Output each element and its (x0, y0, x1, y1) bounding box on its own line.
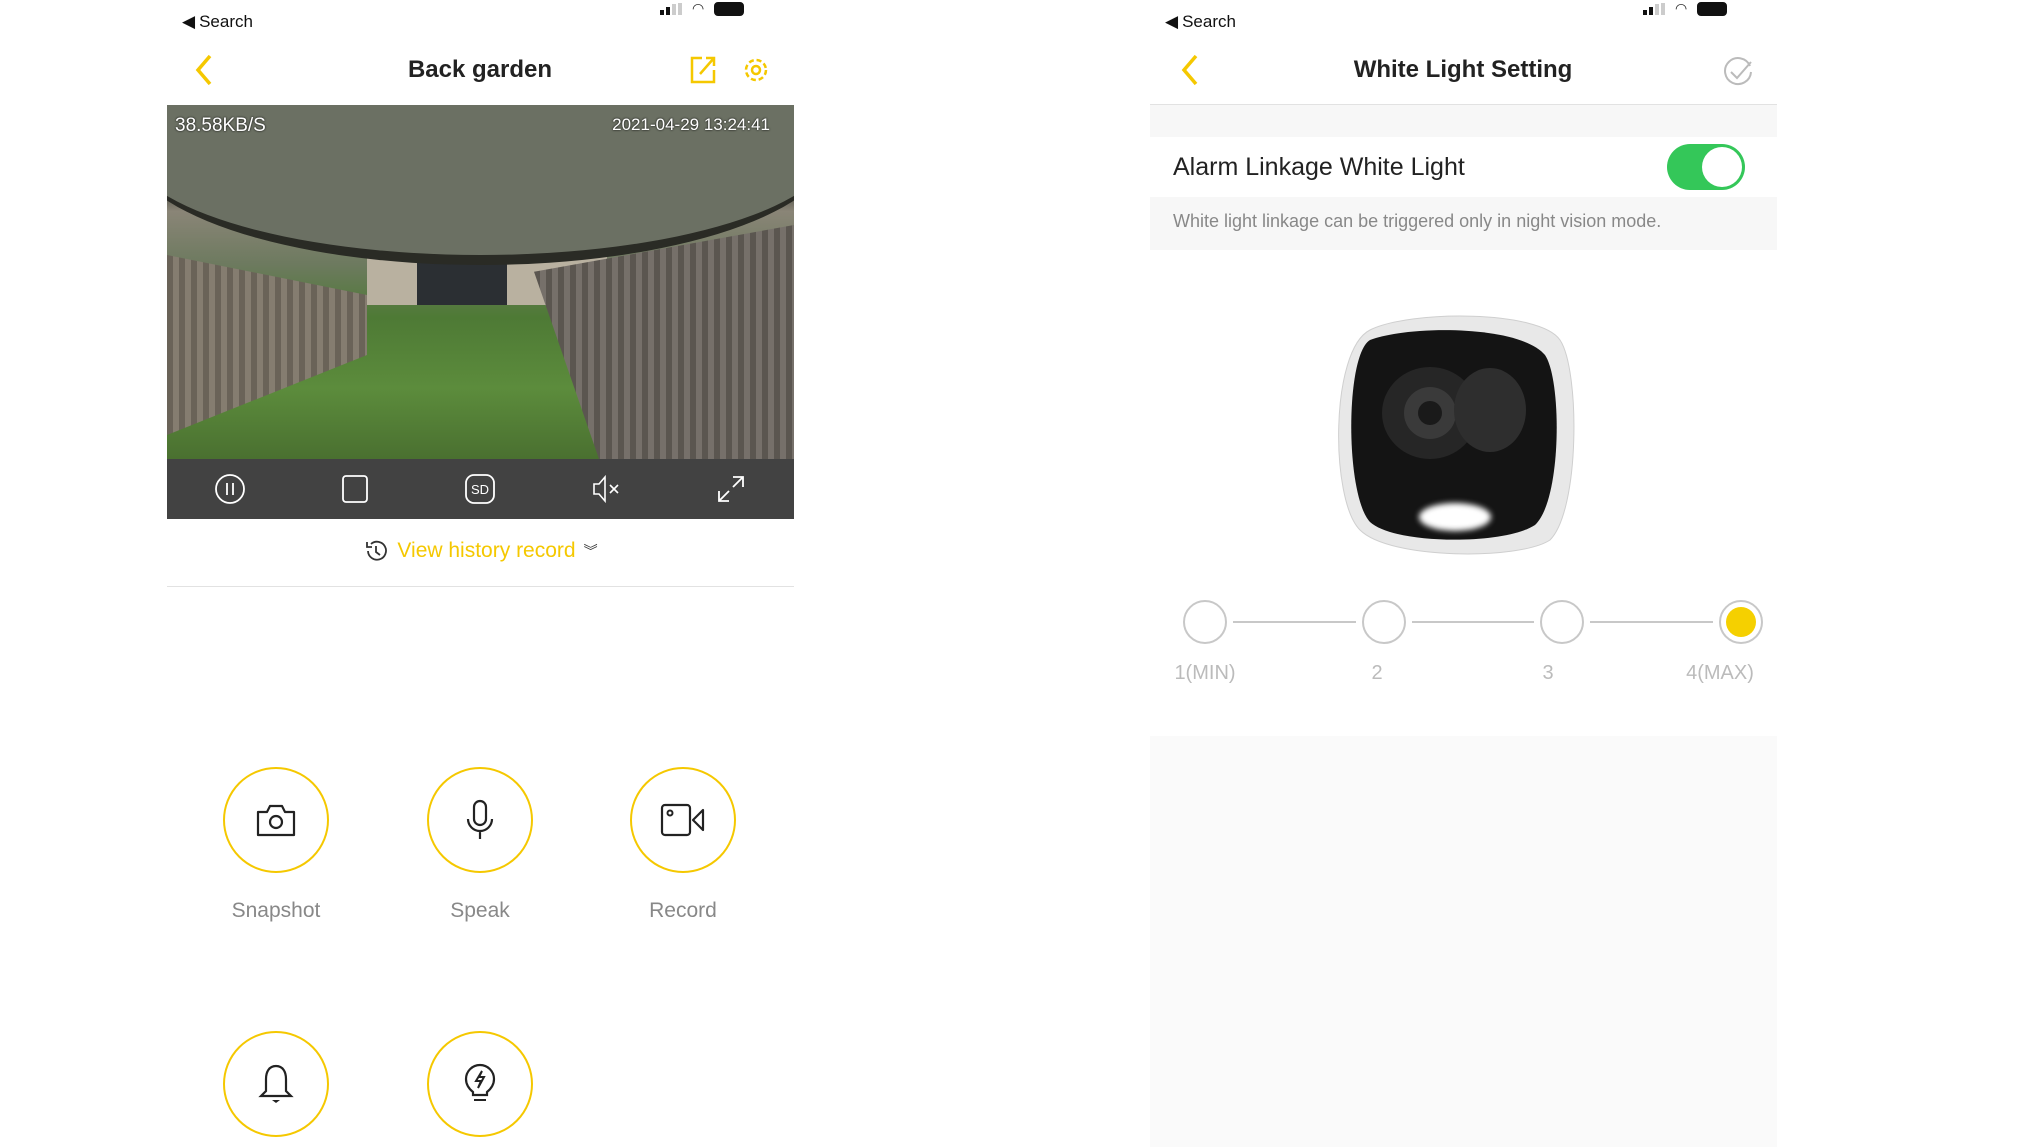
settings-button[interactable] (740, 54, 772, 91)
sd-button[interactable]: SD (463, 472, 497, 506)
wifi-icon: ◠ (1675, 0, 1688, 16)
stop-button[interactable] (338, 472, 372, 506)
level-1-dot[interactable] (1183, 600, 1227, 644)
camera-icon (256, 804, 296, 837)
level-4-label: 4(MAX) (1686, 662, 1754, 684)
mute-button[interactable] (589, 472, 623, 506)
gear-icon (744, 58, 768, 82)
pause-button[interactable] (213, 472, 247, 506)
status-icons: ◠ (1643, 0, 1728, 17)
camera-product-image (1330, 310, 1600, 565)
history-icon (366, 540, 388, 561)
alarm-linkage-toggle[interactable] (1667, 144, 1745, 190)
record-function[interactable]: Record (583, 767, 783, 923)
night-vision-note: White light linkage can be triggered onl… (1150, 197, 1777, 250)
level-2-dot[interactable] (1361, 600, 1406, 644)
live-video[interactable]: 38.58KB/S 2021-04-29 13:24:41 (167, 105, 794, 459)
back-button[interactable] (1178, 52, 1202, 93)
level-4-dot[interactable] (1719, 600, 1764, 644)
slider-track (1233, 621, 1356, 623)
level-3-dot[interactable] (1540, 600, 1585, 644)
chevron-left-icon (195, 54, 212, 86)
bell-icon (258, 1064, 294, 1103)
battery-icon (1697, 1, 1728, 16)
status-icons: ◠ (660, 0, 745, 17)
sd-icon: SD (465, 474, 496, 504)
snapshot-function[interactable]: Snapshot (176, 767, 376, 923)
back-button[interactable] (192, 52, 216, 93)
speak-label: Speak (450, 899, 510, 922)
slider-track (1411, 621, 1535, 623)
record-label: Record (649, 899, 717, 922)
page-title: White Light Setting (1353, 56, 1573, 83)
video-camera-icon (660, 803, 705, 837)
share-button[interactable] (688, 54, 718, 91)
battery-icon (714, 1, 745, 16)
svg-text:SD: SD (471, 482, 489, 497)
pause-icon (214, 474, 245, 504)
snapshot-button[interactable] (223, 767, 329, 873)
level-3-label: 3 (1542, 662, 1554, 684)
alarm-button[interactable] (223, 1031, 329, 1137)
triangle-left-icon: ◀ (182, 12, 196, 31)
timestamp: 2021-04-29 13:24:41 (612, 115, 770, 134)
level-1-label: 1(MIN) (1174, 662, 1236, 684)
divider (167, 586, 794, 587)
alarm-linkage-row: Alarm Linkage White Light (1150, 137, 1777, 197)
video-controls: SD (167, 459, 794, 519)
fullscreen-icon (718, 476, 745, 502)
signal-icon (660, 2, 682, 15)
light-button[interactable] (427, 1031, 533, 1137)
confirm-button[interactable] (1722, 56, 1754, 93)
back-to-search[interactable]: ◀ Search (1165, 12, 1236, 32)
record-button[interactable] (630, 767, 736, 873)
back-to-search[interactable]: ◀ Search (182, 12, 253, 32)
share-icon (690, 56, 716, 84)
mute-icon (593, 474, 619, 504)
view-history-record[interactable]: View history record ︾ (167, 538, 794, 564)
alarm-linkage-label: Alarm Linkage White Light (1173, 152, 1465, 181)
wifi-icon: ◠ (692, 0, 705, 16)
brightness-slider[interactable] (1183, 600, 1764, 644)
section-gap (1150, 105, 1777, 137)
snapshot-label: Snapshot (231, 899, 321, 922)
slider-track (1590, 621, 1714, 623)
fullscreen-button[interactable] (714, 472, 748, 506)
page-title: Back garden (407, 56, 553, 83)
video-fence (167, 255, 367, 435)
triangle-left-icon: ◀ (1165, 12, 1179, 31)
level-2-label: 2 (1371, 662, 1383, 684)
speak-button[interactable] (427, 767, 533, 873)
signal-icon (1643, 2, 1665, 15)
check-circle-icon (1724, 57, 1752, 86)
bitrate: 38.58KB/S (175, 115, 266, 136)
empty-area (1150, 736, 1777, 1147)
lightbulb-icon (464, 1063, 496, 1101)
chevron-left-icon (1181, 54, 1198, 86)
double-chevron-down-icon: ︾ (583, 543, 598, 559)
stop-icon (342, 475, 368, 503)
microphone-icon (466, 799, 494, 839)
speak-function[interactable]: Speak (380, 767, 580, 923)
